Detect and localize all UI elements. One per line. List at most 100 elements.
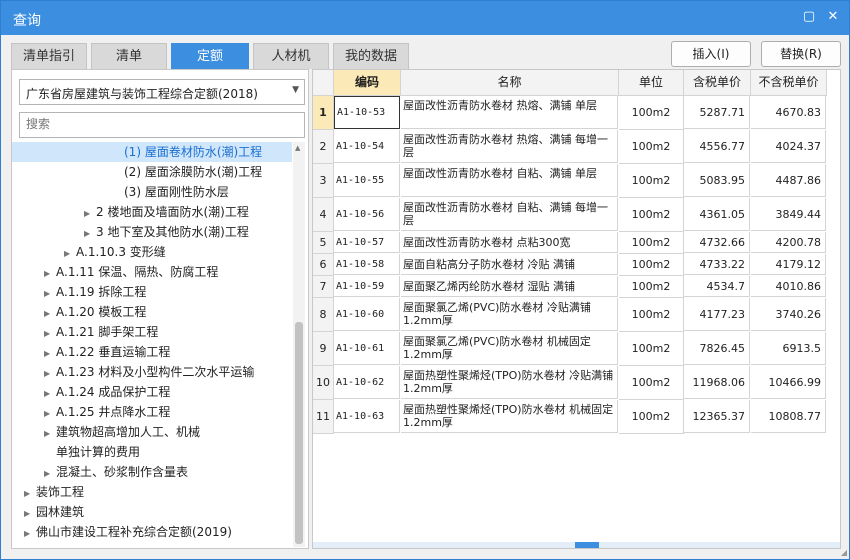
quota-table: 编码 名称 单位 含税单价 不含税单价 1 A1-10-53 屋面改性沥青防水卷材 … (312, 69, 841, 549)
insert-button[interactable]: 插入(I) (671, 41, 751, 67)
tree-item[interactable]: ▶ 3 地下室及其他防水(潮)工程 (84, 222, 249, 242)
expand-arrow-icon[interactable]: ▶ (44, 284, 56, 304)
tree-item[interactable]: ▶ A.1.10.3 变形缝 (64, 242, 166, 262)
tree-item[interactable]: ▶ 园林建筑 (24, 502, 84, 522)
cell-name: 屋面聚氯乙烯(PVC)防水卷材 冷贴满铺 1.2mm厚 (401, 298, 618, 331)
cell-name: 屋面改性沥青防水卷材 点粘300宽 (401, 232, 618, 253)
expand-arrow-icon[interactable]: ▶ (64, 244, 76, 264)
tree-item[interactable]: 单独计算的费用 (44, 442, 140, 462)
cell-no: 9 (313, 332, 334, 366)
cell-price-notax: 10466.99 (751, 366, 826, 399)
tree-scrollbar[interactable]: ▲ (293, 142, 305, 547)
restore-icon[interactable]: ▢ (801, 9, 817, 25)
cell-price-tax: 7826.45 (684, 332, 750, 365)
cell-code: A1-10-63 (334, 400, 400, 433)
column-header-unit[interactable]: 单位 (619, 70, 684, 96)
expand-arrow-icon[interactable]: ▶ (44, 384, 56, 404)
cell-code: A1-10-62 (334, 366, 400, 399)
tree-item[interactable]: ▶ A.1.25 井点降水工程 (44, 402, 170, 422)
expand-arrow-icon[interactable]: ▶ (24, 484, 36, 504)
cell-no: 11 (313, 400, 334, 434)
tree-item[interactable]: ▶ A.1.23 材料及小型构件二次水平运输 (44, 362, 254, 382)
expand-arrow-icon[interactable]: ▶ (44, 364, 56, 384)
cell-no: 8 (313, 298, 334, 332)
tree-item[interactable]: ▶ 佛山市建设工程补充综合定额(2019) (24, 522, 232, 542)
expand-arrow-icon[interactable]: ▶ (44, 304, 56, 324)
tree-item[interactable]: ▶ 装饰工程 (24, 482, 84, 502)
tree-item[interactable]: ▶ 混凝土、砂浆制作含量表 (44, 462, 188, 482)
expand-arrow-icon[interactable]: ▶ (44, 324, 56, 344)
tree-item[interactable]: ▶ A.1.24 成品保护工程 (44, 382, 170, 402)
tab-quota[interactable]: 定额 (171, 43, 249, 69)
cell-no: 4 (313, 198, 334, 232)
tree-item[interactable]: (1) 屋面卷材防水(潮)工程 (12, 142, 292, 162)
scroll-up-icon[interactable]: ▲ (295, 144, 300, 152)
cell-code: A1-10-55 (334, 164, 400, 197)
library-select[interactable]: 广东省房屋建筑与装饰工程综合定额(2018) ▼ (19, 79, 305, 105)
tab-my-data[interactable]: 我的数据 (333, 43, 409, 69)
replace-button[interactable]: 替换(R) (761, 41, 841, 67)
close-icon[interactable]: ✕ (825, 9, 841, 25)
expand-arrow-icon[interactable]: ▶ (84, 224, 96, 244)
tree-item[interactable]: ▶ A.1.22 垂直运输工程 (44, 342, 170, 362)
column-header-price-notax[interactable]: 不含税单价 (751, 70, 827, 96)
cell-code: A1-10-61 (334, 332, 400, 365)
cell-price-tax: 11968.06 (684, 366, 750, 399)
cell-unit: 100m2 (619, 198, 684, 232)
cell-price-notax: 4010.86 (751, 276, 826, 297)
cell-unit: 100m2 (619, 254, 684, 276)
cell-name: 屋面改性沥青防水卷材 自粘、满铺 单层 (401, 164, 618, 197)
tree-item[interactable]: (2) 屋面涂膜防水(潮)工程 (112, 162, 262, 182)
scrollbar-thumb[interactable] (295, 322, 303, 544)
expand-arrow-icon[interactable]: ▶ (44, 424, 56, 444)
cell-price-tax: 4177.23 (684, 298, 750, 331)
expand-arrow-icon[interactable]: ▶ (24, 524, 36, 544)
chevron-down-icon: ▼ (292, 85, 299, 95)
cell-no: 1 (313, 96, 334, 130)
expand-arrow-icon[interactable]: ▶ (44, 344, 56, 364)
splitter-bar[interactable] (313, 542, 840, 548)
tree-item[interactable]: ▶ A.1.19 拆除工程 (44, 282, 146, 302)
tab-bill[interactable]: 清单 (91, 43, 167, 69)
cell-name: 屋面改性沥青防水卷材 自粘、满铺 每增一层 (401, 198, 618, 231)
cell-no: 7 (313, 276, 334, 298)
cell-code: A1-10-58 (334, 254, 400, 275)
tree-item[interactable]: ▶ 建筑物超高增加人工、机械 (44, 422, 200, 442)
tree-item[interactable]: ▶ 2 楼地面及墙面防水(潮)工程 (84, 202, 249, 222)
tree-item[interactable]: (3) 屋面刚性防水层 (112, 182, 229, 202)
cell-name: 屋面热塑性聚烯烃(TPO)防水卷材 冷贴满铺 1.2mm厚 (401, 366, 618, 399)
tab-bill-guide[interactable]: 清单指引 (11, 43, 87, 69)
quota-library-panel: 广东省房屋建筑与装饰工程综合定额(2018) ▼ (1) 屋面卷材防水(潮)工程… (11, 69, 309, 549)
column-header-code[interactable]: 编码 (334, 70, 401, 96)
cell-price-tax: 5083.95 (684, 164, 750, 197)
expand-arrow-icon[interactable]: ▶ (44, 404, 56, 424)
cell-price-notax: 6913.5 (751, 332, 826, 365)
expand-arrow-icon[interactable]: ▶ (44, 464, 56, 484)
splitter-grip[interactable] (575, 542, 599, 548)
expand-arrow-icon[interactable]: ▶ (24, 504, 36, 524)
cell-name: 屋面自粘高分子防水卷材 冷贴 满铺 (401, 254, 618, 275)
tree-item[interactable]: ▶ A.1.21 脚手架工程 (44, 322, 158, 342)
tab-labor-material-machine[interactable]: 人材机 (253, 43, 329, 69)
cell-code: A1-10-56 (334, 198, 400, 231)
cell-unit: 100m2 (619, 400, 684, 434)
search-input[interactable] (20, 113, 296, 135)
cell-no: 6 (313, 254, 334, 276)
expand-arrow-icon[interactable]: ▶ (44, 264, 56, 284)
resize-grip-icon[interactable]: ◢ (841, 548, 847, 557)
cell-price-tax: 4733.22 (684, 254, 750, 275)
cell-unit: 100m2 (619, 366, 684, 400)
cell-price-tax: 4556.77 (684, 130, 750, 163)
cell-unit: 100m2 (619, 96, 684, 130)
column-header-price-tax[interactable]: 含税单价 (684, 70, 751, 96)
quota-tree: (1) 屋面卷材防水(潮)工程 (2) 屋面涂膜防水(潮)工程 (3) 屋面刚性… (12, 142, 292, 547)
cell-price-tax: 5287.71 (684, 96, 750, 129)
cell-no: 10 (313, 366, 334, 400)
cell-unit: 100m2 (619, 232, 684, 254)
tree-item[interactable]: ▶ A.1.20 模板工程 (44, 302, 146, 322)
column-header-name[interactable]: 名称 (401, 70, 619, 96)
query-dialog: 查询 ▢ ✕ 清单指引 清单 定额 人材机 我的数据 插入(I) 替换(R) 广… (0, 0, 850, 560)
cell-no: 2 (313, 130, 334, 164)
tree-item[interactable]: ▶ A.1.11 保温、隔热、防腐工程 (44, 262, 218, 282)
expand-arrow-icon[interactable]: ▶ (84, 204, 96, 224)
